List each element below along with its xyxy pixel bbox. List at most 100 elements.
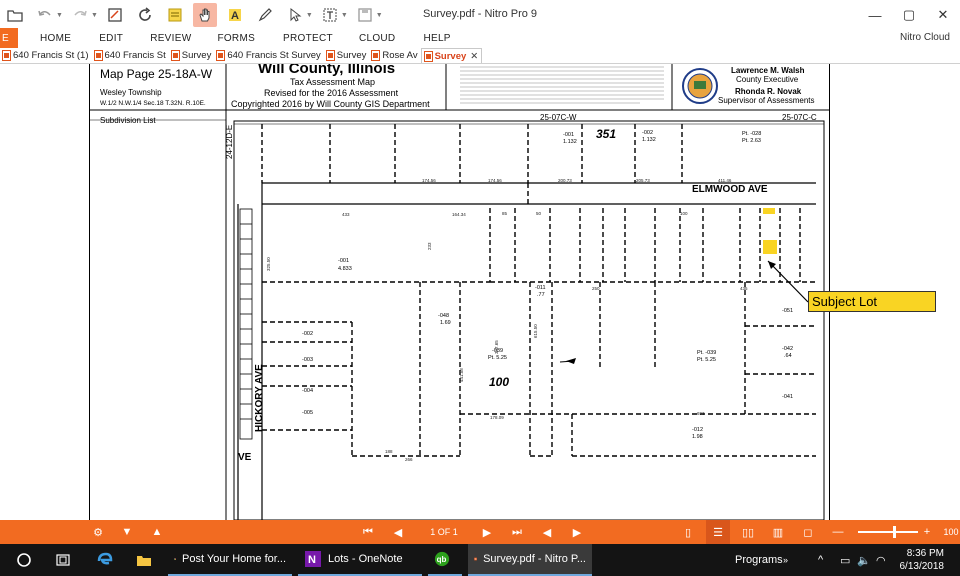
quick-access-toolbar: ▼ ▼ A ▼ ▼ ▼ Survey.pdf - Nitro Pro 9 — ▢…: [0, 0, 960, 30]
facing-continuous-icon[interactable]: ▥: [770, 520, 786, 544]
edge-browser-icon[interactable]: [96, 544, 118, 576]
zoom-out-icon[interactable]: —: [830, 520, 846, 544]
map-ref-side: 24-12D-E: [225, 125, 234, 159]
sticky-note-icon[interactable]: [163, 3, 187, 27]
taskbar-app-label: Post Your Home for...: [182, 553, 286, 565]
file-explorer-icon[interactable]: [135, 544, 157, 576]
onenote-icon: N: [305, 551, 321, 567]
wifi-icon[interactable]: ◠: [876, 544, 886, 576]
parcel-area: 1.98: [692, 434, 703, 440]
save-icon[interactable]: [353, 3, 377, 27]
doc-tab[interactable]: Survey: [324, 48, 370, 63]
hand-tool-icon[interactable]: [192, 3, 217, 27]
parcel-id: -041: [782, 394, 793, 400]
power-icon[interactable]: ▭: [840, 544, 850, 576]
taskbar-app-nitro[interactable]: Survey.pdf - Nitro P...: [468, 544, 592, 576]
tab-edit[interactable]: EDIT: [99, 33, 123, 44]
cortana-icon[interactable]: [16, 544, 36, 576]
zoom-level[interactable]: 100: [942, 520, 960, 544]
taskbar-app-label: Lots - OneNote: [328, 553, 403, 565]
forward-icon[interactable]: ▶: [569, 520, 585, 544]
taskbar-app-chrome[interactable]: Post Your Home for...: [168, 544, 292, 576]
tab-help[interactable]: HELP: [423, 33, 450, 44]
doc-tab-label: Survey: [181, 50, 212, 61]
maximize-icon[interactable]: ▢: [892, 0, 926, 30]
dimension-label: 233: [427, 242, 432, 250]
text-box-icon[interactable]: [318, 3, 342, 27]
dimension-label: 50: [536, 211, 542, 216]
previous-page-icon[interactable]: ◀: [390, 520, 406, 544]
facing-view-icon[interactable]: ▯▯: [740, 520, 756, 544]
redo-icon[interactable]: [68, 3, 92, 27]
scroll-up-icon[interactable]: ▲: [149, 520, 165, 544]
scroll-down-icon[interactable]: ▼: [119, 520, 135, 544]
show-hidden-icons[interactable]: »: [783, 544, 788, 576]
dimension-label: 615.50: [533, 324, 538, 338]
subject-lot-dim-highlight: [763, 208, 775, 214]
zoom-slider[interactable]: [858, 531, 918, 533]
settings-gear-icon[interactable]: ⚙: [90, 520, 106, 544]
dimension-label: 411.46: [718, 178, 732, 183]
minimize-icon[interactable]: —: [858, 0, 892, 30]
single-page-view-icon[interactable]: ▯: [680, 520, 696, 544]
system-clock[interactable]: 8:36 PM 6/13/2018: [900, 547, 945, 573]
doc-tab[interactable]: Rose Av: [369, 48, 420, 63]
taskbar-app-onenote[interactable]: N Lots - OneNote: [298, 544, 422, 576]
parcel-area: 1.132: [563, 139, 577, 145]
text-highlight-icon[interactable]: A: [223, 3, 247, 27]
taskbar-app-quickbooks[interactable]: qb: [428, 544, 462, 576]
last-page-icon[interactable]: ⏭: [509, 520, 525, 544]
continuous-view-icon[interactable]: ☰: [706, 520, 730, 544]
close-icon[interactable]: ✕: [926, 0, 960, 30]
tab-home[interactable]: HOME: [40, 33, 71, 44]
tab-cloud[interactable]: CLOUD: [359, 33, 396, 44]
street-hickory-ave: HICKORY AVE: [254, 364, 265, 432]
parcel-area: Pt. 5.25: [697, 357, 716, 363]
fit-page-icon[interactable]: ◻: [800, 520, 816, 544]
doc-tab-label: Rose Av: [382, 50, 418, 61]
select-dropdown-icon[interactable]: ▼: [306, 12, 313, 19]
customize-toolbar-icon[interactable]: ▼: [376, 12, 383, 19]
dimension-label: 188: [385, 449, 393, 454]
parcel-id: -005: [302, 410, 313, 416]
nitro-cloud-link[interactable]: Nitro Cloud: [900, 32, 950, 43]
doc-tab-active[interactable]: Survey ✕: [420, 48, 483, 63]
redo-dropdown-icon[interactable]: ▼: [91, 12, 98, 19]
tab-review[interactable]: REVIEW: [150, 33, 191, 44]
doc-tab[interactable]: Survey: [169, 48, 215, 63]
parcel-area: 1.132: [642, 137, 656, 143]
clock-date: 6/13/2018: [899, 561, 945, 572]
pen-icon[interactable]: [253, 3, 277, 27]
file-tab[interactable]: E: [0, 28, 18, 48]
select-cursor-icon[interactable]: [283, 3, 307, 27]
document-view[interactable]: Map Page 25-18A-W Wesley Township W.1/2 …: [0, 64, 960, 520]
next-page-icon[interactable]: ▶: [479, 520, 495, 544]
doc-tab[interactable]: 640 Francis St (1): [0, 48, 92, 63]
chevron-up-icon[interactable]: ^: [818, 544, 823, 576]
refresh-icon[interactable]: [133, 3, 157, 27]
dimension-label: 266: [405, 457, 413, 462]
parcel-id: -051: [782, 308, 793, 314]
open-folder-icon[interactable]: [3, 3, 27, 27]
doc-tab[interactable]: 640 Francis St: [92, 48, 169, 63]
first-page-icon[interactable]: ⏮: [360, 520, 376, 544]
print-icon[interactable]: [103, 3, 127, 27]
close-tab-icon[interactable]: ✕: [470, 51, 478, 62]
programs-toolbar[interactable]: Programs: [735, 544, 783, 576]
zoom-slider-handle[interactable]: [893, 526, 896, 538]
back-icon[interactable]: ◀: [539, 520, 555, 544]
dimension-label: 347.65: [494, 340, 499, 354]
tab-forms[interactable]: FORMS: [217, 33, 255, 44]
undo-icon[interactable]: [33, 3, 57, 27]
page-indicator[interactable]: 1 OF 1: [424, 520, 464, 544]
volume-icon[interactable]: 🔈: [857, 544, 871, 576]
zoom-in-icon[interactable]: +: [920, 520, 934, 544]
task-view-icon[interactable]: [55, 544, 75, 576]
undo-dropdown-icon[interactable]: ▼: [56, 12, 63, 19]
tab-protect[interactable]: PROTECT: [283, 33, 333, 44]
dimension-label: 325.50: [266, 257, 271, 271]
parcel-id: Pt. -039: [697, 350, 716, 356]
doc-tab[interactable]: 640 Francis St Survey: [214, 48, 323, 63]
text-box-dropdown-icon[interactable]: ▼: [341, 12, 348, 19]
dimension-label: 250: [592, 286, 600, 291]
